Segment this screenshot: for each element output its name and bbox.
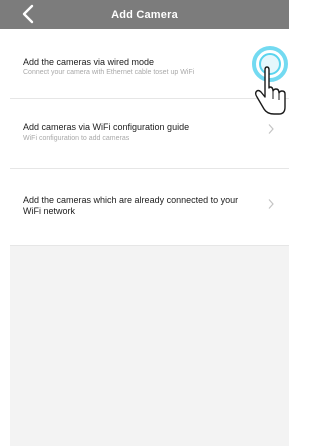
chevron-right-icon <box>268 199 274 209</box>
add-camera-options: Add the cameras via wired mode Connect y… <box>10 29 289 246</box>
content-area: Add the cameras via wired mode Connect y… <box>10 29 289 446</box>
chevron-right-icon <box>268 59 274 69</box>
wired-mode-option[interactable]: Add the cameras via wired mode Connect y… <box>10 29 289 99</box>
option-title: Add the cameras which are already connec… <box>23 195 239 216</box>
option-title: Add cameras via WiFi configuration guide <box>23 122 190 132</box>
nav-bar: Add Camera <box>0 0 289 29</box>
chevron-left-icon[interactable] <box>18 3 38 25</box>
page-title: Add Camera <box>111 8 178 21</box>
option-title: Add the cameras via wired mode <box>23 57 155 67</box>
connected-cameras-option[interactable]: Add the cameras which are already connec… <box>10 169 289 246</box>
option-subtitle: WiFi configuration to add cameras <box>23 135 130 142</box>
chevron-right-icon <box>268 124 274 134</box>
wifi-guide-option[interactable]: Add cameras via WiFi configuration guide… <box>10 99 289 169</box>
option-subtitle: Connect your camera with Ethernet cable … <box>23 69 195 76</box>
